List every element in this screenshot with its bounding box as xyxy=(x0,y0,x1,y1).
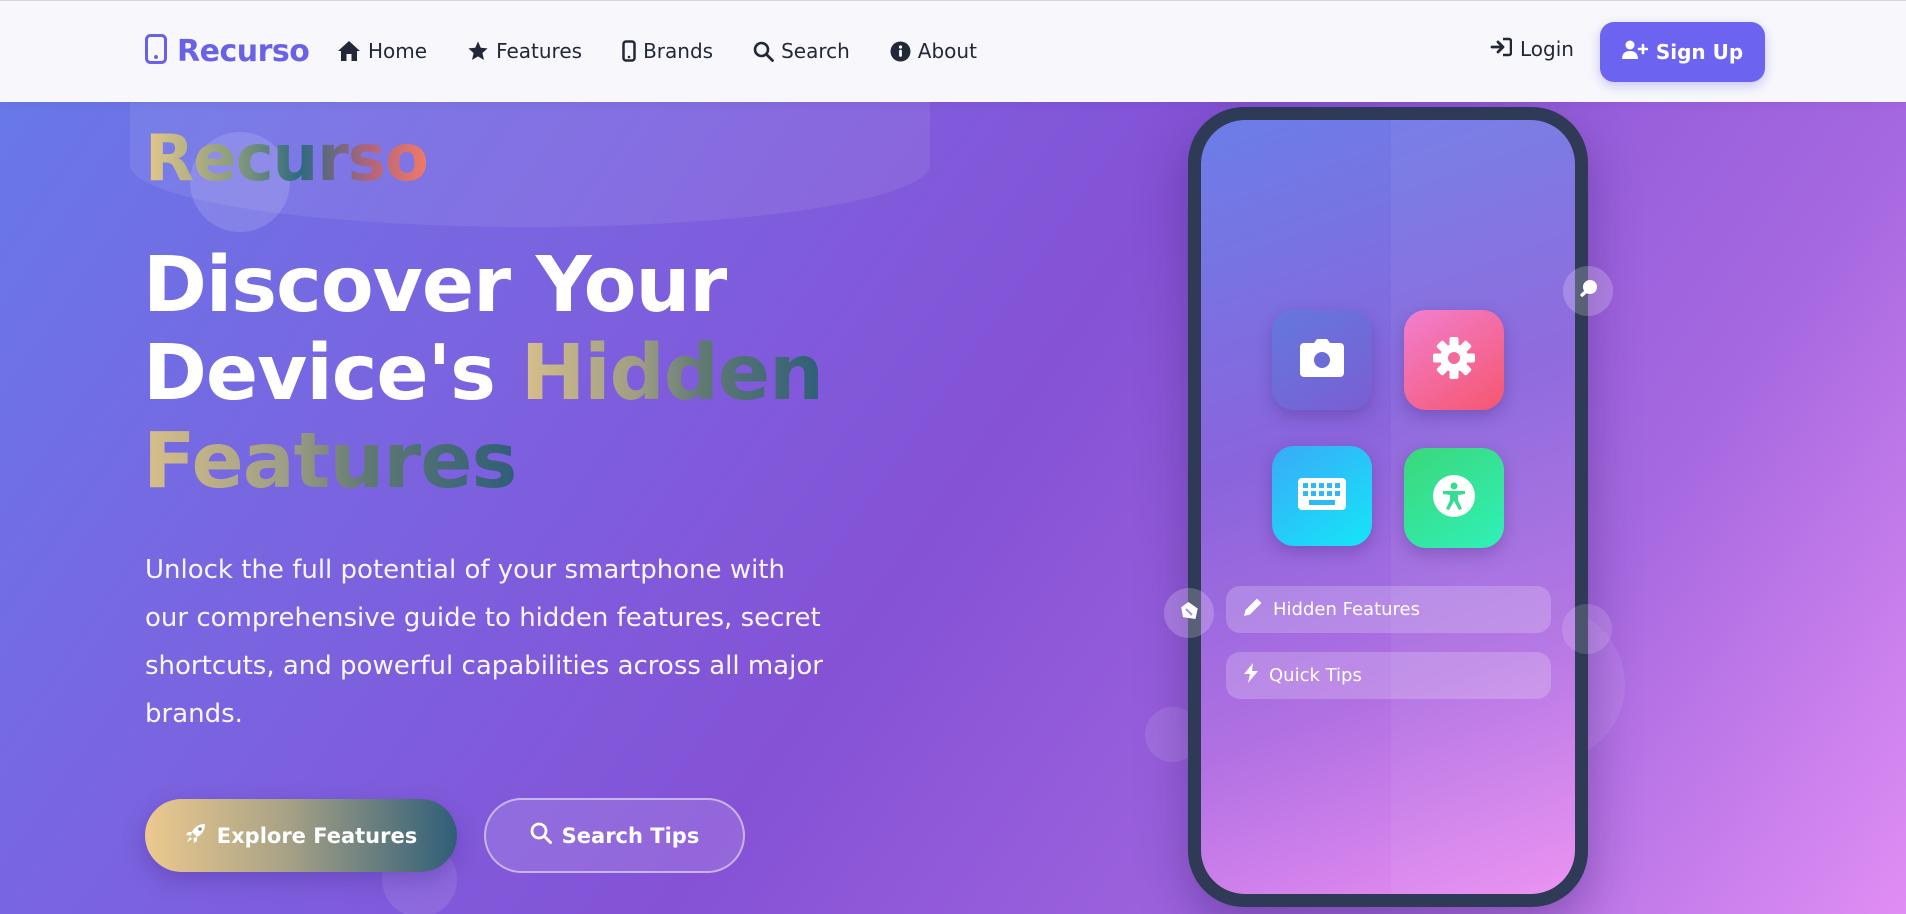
phone-mockup: Hidden Features Quick Tips xyxy=(1188,107,1588,907)
nav-link-home[interactable]: Home xyxy=(337,39,427,63)
accessibility-icon xyxy=(1432,474,1476,522)
app-tile-camera[interactable] xyxy=(1272,310,1372,410)
main-nav: Home Features Brands Search About xyxy=(337,33,977,69)
floating-lightbulb-badge xyxy=(1563,266,1613,316)
ticket-icon xyxy=(1178,600,1200,626)
info-circle-icon xyxy=(890,41,911,62)
pill-label: Quick Tips xyxy=(1269,665,1362,686)
nav-link-brands[interactable]: Brands xyxy=(622,39,713,63)
hero-headline: Discover Your Device's Hidden Features xyxy=(143,241,824,506)
headline-line-2: Device's xyxy=(143,329,521,418)
gear-icon xyxy=(1432,336,1476,384)
camera-icon xyxy=(1300,339,1344,381)
login-link[interactable]: Login xyxy=(1490,31,1574,67)
login-label: Login xyxy=(1520,37,1574,61)
star-icon xyxy=(467,40,489,62)
hero-lead-text: Unlock the full potential of your smartp… xyxy=(145,555,823,729)
hero-eyebrow-brand: Recurso xyxy=(145,122,429,196)
sign-in-icon xyxy=(1490,37,1513,62)
nav-link-label: About xyxy=(917,39,977,63)
explore-features-label: Explore Features xyxy=(216,823,418,848)
hero-section: Recurso Discover Your Device's Hidden Fe… xyxy=(0,102,1906,914)
search-tips-label: Search Tips xyxy=(561,823,700,848)
bolt-icon xyxy=(1243,663,1259,688)
app-tile-accessibility[interactable] xyxy=(1404,448,1504,548)
sign-up-button[interactable]: Sign Up xyxy=(1600,22,1765,82)
mobile-phone-icon xyxy=(145,34,167,68)
nav-link-label: Features xyxy=(496,39,583,63)
brand-logo[interactable]: Recurso xyxy=(145,31,310,71)
pill-quick-tips[interactable]: Quick Tips xyxy=(1226,652,1551,699)
app-tile-settings[interactable] xyxy=(1404,310,1504,410)
nav-link-label: Home xyxy=(368,39,428,63)
search-icon xyxy=(530,822,552,849)
search-tips-button[interactable]: Search Tips xyxy=(484,798,745,873)
nav-link-label: Brands xyxy=(643,39,714,63)
nav-link-features[interactable]: Features xyxy=(467,39,582,63)
top-navbar: Recurso Home Features Brands Search Abou… xyxy=(0,0,1906,102)
explore-features-button[interactable]: Explore Features xyxy=(145,799,457,872)
pill-hidden-features[interactable]: Hidden Features xyxy=(1226,586,1551,633)
search-icon xyxy=(753,41,774,62)
app-tile-keyboard[interactable] xyxy=(1272,446,1372,546)
pencil-icon xyxy=(1243,597,1263,622)
nav-link-search[interactable]: Search xyxy=(753,39,850,63)
home-icon xyxy=(337,40,361,62)
nav-link-about[interactable]: About xyxy=(890,39,977,63)
lightbulb-icon xyxy=(1578,279,1598,303)
user-plus-icon xyxy=(1621,40,1649,65)
headline-highlight-hidden: Hidden xyxy=(520,329,824,418)
floating-empty-badge xyxy=(1562,604,1612,654)
sign-up-label: Sign Up xyxy=(1655,40,1744,64)
pill-label: Hidden Features xyxy=(1273,599,1420,620)
floating-ticket-badge xyxy=(1164,588,1214,638)
headline-line-1: Discover Your xyxy=(143,241,727,330)
mobile-phone-icon xyxy=(622,40,636,62)
brand-name: Recurso xyxy=(177,33,310,69)
headline-highlight-features: Features xyxy=(143,417,517,506)
phone-screen: Hidden Features Quick Tips xyxy=(1201,120,1575,894)
nav-link-label: Search xyxy=(781,39,850,63)
rocket-icon xyxy=(185,822,207,849)
keyboard-icon xyxy=(1298,478,1346,514)
